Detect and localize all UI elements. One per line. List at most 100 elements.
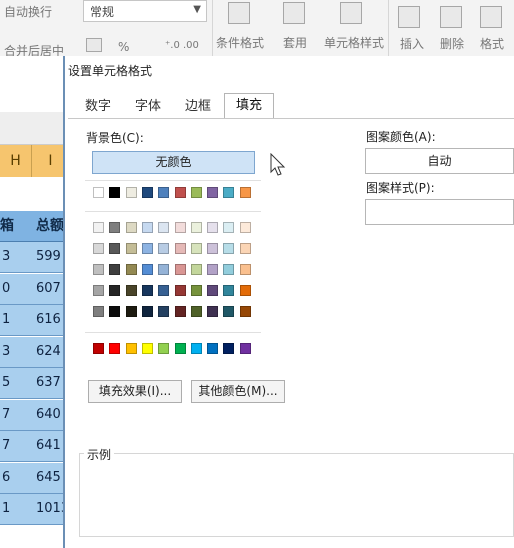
color-swatch[interactable] bbox=[190, 264, 202, 275]
color-swatch[interactable] bbox=[239, 243, 251, 254]
color-swatch[interactable] bbox=[93, 243, 104, 254]
color-swatch[interactable] bbox=[93, 285, 104, 296]
color-swatch[interactable] bbox=[190, 285, 202, 296]
color-swatch[interactable] bbox=[158, 222, 170, 233]
color-swatch[interactable] bbox=[239, 264, 251, 275]
color-swatch[interactable] bbox=[109, 343, 121, 354]
color-swatch[interactable] bbox=[93, 306, 104, 317]
color-swatch[interactable] bbox=[93, 264, 104, 275]
pattern-color-select[interactable]: 自动 bbox=[365, 148, 514, 174]
color-swatch[interactable] bbox=[223, 187, 235, 198]
cell-h[interactable]: 0 bbox=[0, 273, 30, 305]
apply-table-button[interactable]: 套用 bbox=[283, 34, 307, 51]
cell-h[interactable]: 6 bbox=[0, 462, 30, 494]
color-swatch[interactable] bbox=[239, 285, 251, 296]
color-swatch[interactable] bbox=[223, 285, 235, 296]
color-swatch[interactable] bbox=[190, 343, 202, 354]
color-swatch[interactable] bbox=[207, 187, 219, 198]
color-swatch[interactable] bbox=[109, 187, 121, 198]
color-swatch[interactable] bbox=[207, 264, 219, 275]
color-swatch[interactable] bbox=[239, 222, 251, 233]
cell-h[interactable]: 3 bbox=[0, 242, 30, 273]
delete-button[interactable]: 删除 bbox=[440, 35, 464, 52]
color-swatch[interactable] bbox=[141, 187, 153, 198]
color-swatch[interactable] bbox=[207, 285, 219, 296]
color-swatch[interactable] bbox=[174, 306, 186, 317]
pattern-style-select[interactable] bbox=[365, 199, 514, 225]
color-swatch[interactable] bbox=[190, 187, 202, 198]
color-swatch[interactable] bbox=[223, 243, 235, 254]
currency-icon[interactable] bbox=[86, 38, 102, 52]
no-color-button[interactable]: 无颜色 bbox=[92, 151, 255, 174]
fill-effects-button[interactable]: 填充效果(I)... bbox=[88, 380, 182, 403]
color-swatch[interactable] bbox=[125, 187, 137, 198]
color-swatch[interactable] bbox=[109, 264, 121, 275]
color-swatch[interactable] bbox=[174, 343, 186, 354]
conditional-format-button[interactable]: 条件格式 bbox=[216, 34, 264, 51]
tab-font[interactable]: 字体 bbox=[126, 96, 170, 118]
cell-h[interactable]: 3 bbox=[0, 336, 30, 368]
cell-h[interactable]: 5 bbox=[0, 368, 30, 399]
cell-h[interactable]: 7 bbox=[0, 431, 30, 462]
color-swatch[interactable] bbox=[190, 306, 202, 317]
color-swatch[interactable] bbox=[158, 187, 170, 198]
color-swatch[interactable] bbox=[207, 306, 219, 317]
color-swatch[interactable] bbox=[174, 222, 186, 233]
color-swatch[interactable] bbox=[239, 343, 251, 354]
color-swatch[interactable] bbox=[141, 243, 153, 254]
number-format-select[interactable]: 常规 ▼ bbox=[83, 0, 207, 22]
color-swatch[interactable] bbox=[207, 343, 219, 354]
percent-button[interactable]: % bbox=[118, 40, 129, 54]
cell-h[interactable]: 7 bbox=[0, 399, 30, 431]
tab-number[interactable]: 数字 bbox=[76, 96, 120, 118]
color-swatch[interactable] bbox=[109, 285, 121, 296]
color-swatch[interactable] bbox=[93, 343, 104, 354]
insert-button[interactable]: 插入 bbox=[400, 35, 424, 52]
color-swatch[interactable] bbox=[125, 306, 137, 317]
color-swatch[interactable] bbox=[125, 343, 137, 354]
cell-style-button[interactable]: 单元格样式 bbox=[324, 34, 384, 51]
color-swatch[interactable] bbox=[223, 306, 235, 317]
color-swatch[interactable] bbox=[141, 222, 153, 233]
color-swatch[interactable] bbox=[141, 285, 153, 296]
color-swatch[interactable] bbox=[158, 306, 170, 317]
color-swatch[interactable] bbox=[125, 264, 137, 275]
format-button[interactable]: 格式 bbox=[480, 35, 504, 52]
decimal-button[interactable]: ⁺.0 .00 bbox=[165, 40, 199, 51]
color-swatch[interactable] bbox=[174, 285, 186, 296]
color-swatch[interactable] bbox=[207, 243, 219, 254]
color-swatch[interactable] bbox=[125, 222, 137, 233]
wrap-text-button[interactable]: 自动换行 bbox=[4, 3, 52, 20]
cell-h[interactable]: 1 bbox=[0, 494, 30, 525]
color-swatch[interactable] bbox=[125, 243, 137, 254]
color-swatch[interactable] bbox=[93, 222, 104, 233]
color-swatch[interactable] bbox=[174, 187, 186, 198]
color-swatch[interactable] bbox=[239, 306, 251, 317]
color-swatch[interactable] bbox=[174, 264, 186, 275]
color-swatch[interactable] bbox=[141, 343, 153, 354]
color-swatch[interactable] bbox=[141, 264, 153, 275]
color-swatch[interactable] bbox=[125, 285, 137, 296]
tab-border[interactable]: 边框 bbox=[176, 96, 220, 118]
color-swatch[interactable] bbox=[93, 187, 104, 198]
color-swatch[interactable] bbox=[141, 306, 153, 317]
color-swatch[interactable] bbox=[109, 306, 121, 317]
cell-header-h[interactable]: 箱 bbox=[0, 211, 30, 242]
color-swatch[interactable] bbox=[223, 264, 235, 275]
column-header-h[interactable]: H bbox=[0, 145, 32, 177]
color-swatch[interactable] bbox=[223, 343, 235, 354]
color-swatch[interactable] bbox=[158, 343, 170, 354]
color-swatch[interactable] bbox=[190, 243, 202, 254]
more-colors-button[interactable]: 其他颜色(M)... bbox=[191, 380, 285, 403]
color-swatch[interactable] bbox=[190, 222, 202, 233]
color-swatch[interactable] bbox=[239, 187, 251, 198]
color-swatch[interactable] bbox=[109, 243, 121, 254]
color-swatch[interactable] bbox=[174, 243, 186, 254]
color-swatch[interactable] bbox=[158, 264, 170, 275]
color-swatch[interactable] bbox=[158, 285, 170, 296]
cell-h[interactable]: 1 bbox=[0, 305, 30, 336]
tab-fill[interactable]: 填充 bbox=[224, 93, 274, 119]
color-swatch[interactable] bbox=[158, 243, 170, 254]
color-swatch[interactable] bbox=[109, 222, 121, 233]
color-swatch[interactable] bbox=[223, 222, 235, 233]
